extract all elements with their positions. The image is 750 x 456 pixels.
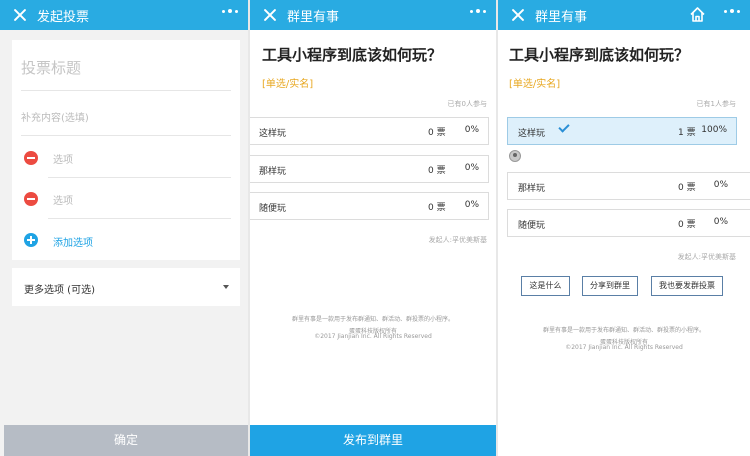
confirm-button[interactable]: 确定 [4, 425, 248, 456]
remove-option-icon[interactable] [24, 151, 38, 165]
divider [21, 90, 231, 91]
more-options-label: 更多选项 (可选) [24, 285, 95, 296]
add-option-button[interactable]: 添加选项 [53, 234, 93, 249]
vote-option[interactable]: 那样玩 0 票 0% [507, 172, 750, 200]
option-label: 这样玩 [259, 129, 287, 139]
participant-count: 已有1人参与 [696, 100, 736, 108]
option-votes: 0 票 [428, 166, 446, 176]
option-votes: 0 票 [428, 128, 446, 138]
more-icon[interactable] [222, 9, 238, 13]
add-option-icon[interactable] [24, 233, 38, 247]
vote-type-tag: [单选/实名] [262, 79, 314, 90]
vote-question: 工具小程序到底该如何玩？ [262, 46, 443, 64]
vote-option[interactable]: 那样玩 0 票 0% [250, 155, 489, 183]
option-percent: 0% [464, 163, 479, 173]
screen-title: 发起投票 [37, 9, 90, 25]
option-label: 这样玩 [518, 129, 546, 139]
option-percent: 0% [464, 125, 479, 135]
option-label: 那样玩 [259, 167, 287, 177]
option-votes: 1 票 [678, 128, 696, 138]
divider [48, 177, 231, 178]
option-percent: 100% [701, 125, 727, 135]
top-bar: 群里有事 [250, 0, 496, 30]
home-icon[interactable] [689, 6, 706, 23]
option-label: 随便玩 [259, 204, 287, 214]
initiator-label: 发起人:孚优美斯基 [677, 253, 736, 261]
vote-option[interactable]: 随便玩 0 票 0% [507, 209, 750, 237]
option-percent: 0% [713, 217, 728, 227]
vote-form-card: 投票标题 补充内容(选填) 选项 选项 添加选项 [12, 40, 240, 260]
top-bar: 发起投票 [0, 0, 248, 30]
chevron-down-icon [223, 285, 229, 289]
option-input[interactable]: 选项 [53, 192, 73, 207]
create-vote-screen: 发起投票 投票标题 补充内容(选填) 选项 选项 添加选项 更多选项 (可选) … [0, 0, 248, 456]
vote-option-selected[interactable]: 这样玩 1 票 100% [507, 117, 737, 145]
vote-result-screen: 群里有事 工具小程序到底该如何玩？ [单选/实名] 已有1人参与 这样玩 1 票… [498, 0, 750, 456]
footer-description: 群里有事是一款用于发布群通知、群活动、群投票的小程序。 [291, 316, 454, 323]
check-icon [558, 121, 570, 133]
divider [48, 218, 231, 219]
screen-title: 群里有事 [535, 9, 588, 25]
more-icon[interactable] [470, 9, 486, 13]
close-icon[interactable] [13, 8, 27, 22]
option-votes: 0 票 [678, 183, 696, 193]
vote-option[interactable]: 这样玩 0 票 0% [250, 117, 489, 145]
vote-title-input[interactable]: 投票标题 [21, 57, 81, 78]
option-percent: 0% [464, 200, 479, 210]
top-bar: 群里有事 [498, 0, 750, 30]
vote-question: 工具小程序到底该如何玩？ [509, 46, 690, 64]
footer-copyright: ©2017 Jianjian Inc. All Rights Reserved [565, 344, 683, 351]
vote-preview-screen: 群里有事 工具小程序到底该如何玩？ [单选/实名] 已有0人参与 这样玩 0 票… [250, 0, 496, 456]
avatar [509, 150, 521, 162]
more-options-select[interactable]: 更多选项 (可选) [12, 268, 240, 306]
divider [21, 135, 231, 136]
option-input[interactable]: 选项 [53, 151, 73, 166]
more-icon[interactable] [724, 9, 740, 13]
vote-option[interactable]: 随便玩 0 票 0% [250, 192, 489, 220]
option-votes: 0 票 [428, 203, 446, 213]
option-percent: 0% [713, 180, 728, 190]
vote-description-input[interactable]: 补充内容(选填) [21, 109, 89, 124]
footer-description: 群里有事是一款用于发布群通知、群活动、群投票的小程序。 [542, 327, 705, 334]
close-icon[interactable] [263, 8, 277, 22]
option-label: 随便玩 [518, 221, 546, 231]
initiator-label: 发起人:孚优美斯基 [428, 236, 487, 244]
participant-count: 已有0人参与 [447, 100, 487, 108]
create-vote-button[interactable]: 我也要发群投票 [651, 276, 723, 296]
publish-to-group-button[interactable]: 发布到群里 [250, 425, 496, 456]
close-icon[interactable] [511, 8, 525, 22]
option-label: 那样玩 [518, 184, 546, 194]
footer-copyright: ©2017 Jianjian Inc. All Rights Reserved [314, 333, 432, 340]
share-to-group-button[interactable]: 分享到群里 [582, 276, 638, 296]
screen-title: 群里有事 [287, 9, 340, 25]
option-votes: 0 票 [678, 220, 696, 230]
what-is-this-button[interactable]: 这是什么 [521, 276, 570, 296]
vote-type-tag: [单选/实名] [509, 79, 561, 90]
remove-option-icon[interactable] [24, 192, 38, 206]
